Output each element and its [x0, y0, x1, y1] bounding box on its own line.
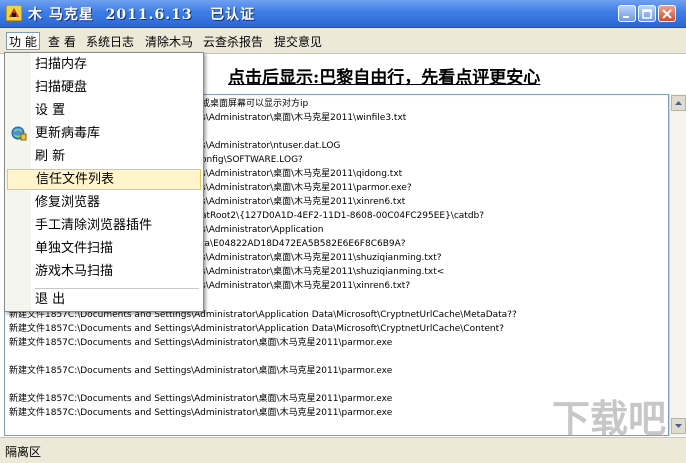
log-line: 或桌面屏幕可以显示对方ip — [201, 99, 309, 109]
log-line: 新建文件1857C:\Documents and Settings\Admini… — [9, 338, 393, 348]
menu-item-game-trojan-scan[interactable]: 游戏木马扫描 — [7, 261, 201, 282]
window-title: 木 马克星 2011.6.13 已认证 — [28, 7, 256, 23]
log-line: s\Administrator\ntuser.dat.LOG — [201, 141, 341, 151]
menu-bar: 功 能 查 看 系统日志 清除木马 云查杀报告 提交意见 — [0, 28, 686, 54]
log-line: s\Administrator\桌面\木马克星2011\qidong.txt — [201, 169, 403, 179]
status-bar: 隔离区 — [0, 437, 686, 463]
arrow-up-icon — [675, 101, 682, 105]
menu-item-remove-plugins[interactable]: 手工清除浏览器插件 — [7, 215, 201, 236]
quarantine-label[interactable]: 隔离区 — [5, 443, 41, 460]
menu-item-scan-memory[interactable]: 扫描内存 — [7, 54, 201, 75]
close-button[interactable] — [658, 5, 676, 22]
vertical-scrollbar[interactable] — [669, 94, 686, 436]
menu-remove-trojan[interactable]: 清除木马 — [143, 33, 195, 51]
menu-cloud-report[interactable]: 云查杀报告 — [201, 33, 265, 51]
log-line: s\Administrator\桌面\木马克星2011\winfile3.txt — [201, 113, 407, 123]
app-icon — [6, 5, 22, 21]
menu-item-scan-single-file[interactable]: 单独文件扫描 — [7, 238, 201, 259]
menu-item-repair-browser[interactable]: 修复浏览器 — [7, 192, 201, 213]
log-line: s\Administrator\桌面\木马克星2011\shuziqianmin… — [201, 267, 445, 277]
minimize-button[interactable] — [618, 5, 636, 22]
watermark-text: 下载吧 — [552, 397, 666, 441]
log-line: 新建文件1857C:\Documents and Settings\Admini… — [9, 324, 504, 334]
menu-item-refresh[interactable]: 刷 新 — [7, 146, 201, 167]
menu-function[interactable]: 功 能 — [6, 32, 40, 50]
log-line: s\Administrator\桌面\木马克星2011\shuziqianmin… — [201, 253, 442, 263]
log-line: 新建文件1857C:\Documents and Settings\Admini… — [9, 408, 393, 418]
log-line: s\Administrator\桌面\木马克星2011\xinren6.txt? — [201, 281, 411, 291]
menu-item-scan-disk[interactable]: 扫描硬盘 — [7, 77, 201, 98]
maximize-icon — [642, 9, 652, 19]
minimize-icon — [623, 16, 629, 18]
scroll-down-button[interactable] — [671, 418, 686, 434]
log-line: 新建文件1857C:\Documents and Settings\Admini… — [9, 394, 393, 404]
scroll-up-button[interactable] — [671, 95, 686, 111]
ad-headline-link[interactable]: 点击后显示:巴黎自由行，先看点评更安心 — [228, 63, 540, 88]
menu-item-update-virus-db[interactable]: 更新病毒库 — [7, 123, 201, 144]
menu-item-settings[interactable]: 设 置 — [7, 100, 201, 121]
log-line: s\Administrator\Application — [201, 225, 324, 235]
update-globe-icon — [11, 126, 27, 141]
menu-submit-feedback[interactable]: 提交意见 — [272, 33, 324, 51]
menu-view[interactable]: 查 看 — [46, 33, 78, 51]
arrow-down-icon — [675, 424, 682, 428]
title-bar[interactable]: 木 马克星 2011.6.13 已认证 — [0, 0, 686, 28]
log-line: atRoot2\{127D0A1D-4EF2-11D1-8608-00C04FC… — [201, 211, 485, 221]
function-dropdown-menu: 扫描内存 扫描硬盘 设 置 更新病毒库 刷 新 信任文件列表 修复浏览器 手工清… — [4, 52, 204, 312]
log-line: s\Administrator\桌面\木马克星2011\parmor.exe? — [201, 183, 412, 193]
menu-item-trusted-files[interactable]: 信任文件列表 — [7, 169, 201, 190]
log-line: ta\E04822AD18D472EA5B582E6E6F8C6B9A? — [201, 239, 406, 249]
log-line: s\Administrator\桌面\木马克星2011\xinren6.txt — [201, 197, 406, 207]
log-line: 新建文件1857C:\Documents and Settings\Admini… — [9, 366, 393, 376]
menu-system-log[interactable]: 系统日志 — [84, 33, 136, 51]
log-line: onfig\SOFTWARE.LOG? — [201, 155, 303, 165]
maximize-button[interactable] — [638, 5, 656, 22]
menu-item-exit[interactable]: 退 出 — [7, 289, 201, 310]
close-icon — [662, 9, 672, 19]
